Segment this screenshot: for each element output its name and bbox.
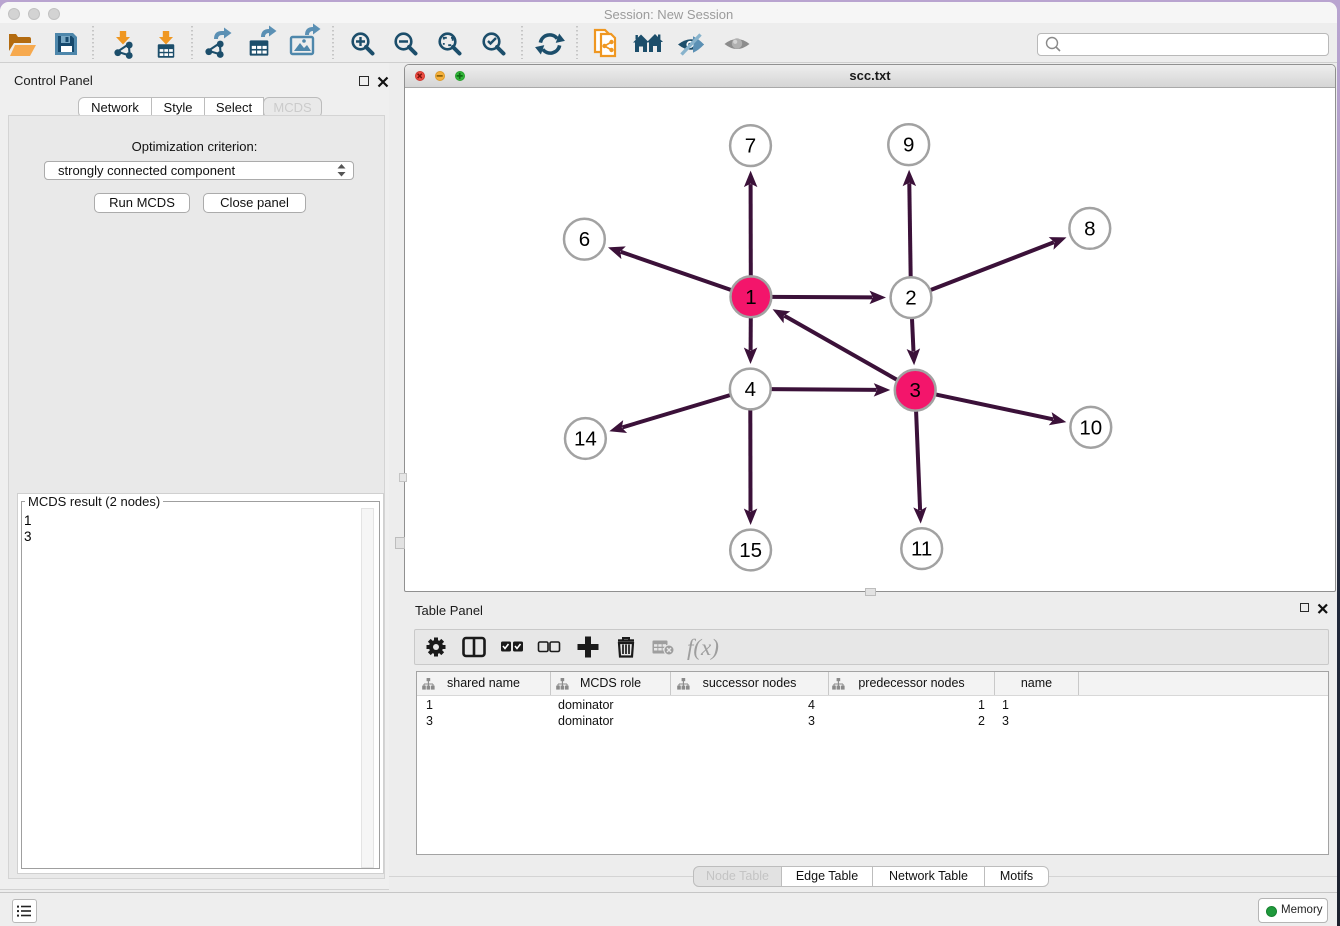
svg-text:7: 7 [745, 135, 756, 158]
svg-text:f(x): f(x) [687, 635, 719, 660]
svg-text:1: 1 [745, 286, 756, 309]
svg-text:2: 2 [905, 287, 916, 310]
svg-text:10: 10 [1079, 416, 1102, 439]
svg-text:9: 9 [903, 134, 914, 157]
svg-text:15: 15 [739, 539, 762, 562]
svg-text:3: 3 [909, 379, 920, 402]
svg-text:14: 14 [574, 428, 597, 451]
svg-text:6: 6 [579, 228, 590, 251]
svg-text:4: 4 [745, 378, 756, 401]
svg-text:11: 11 [911, 538, 932, 561]
svg-text:8: 8 [1084, 217, 1095, 240]
